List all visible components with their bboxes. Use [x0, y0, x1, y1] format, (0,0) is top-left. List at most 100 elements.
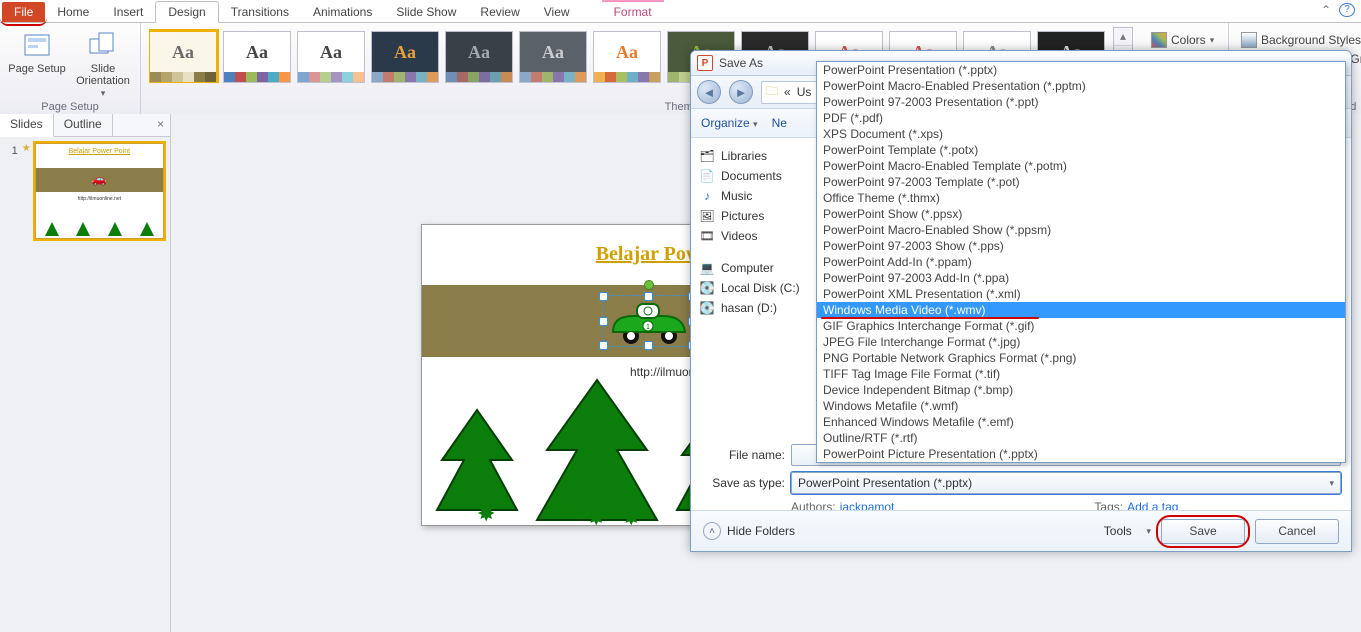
selected-picture-car[interactable]: 1: [602, 295, 694, 347]
tree-hasan-d[interactable]: 💽hasan (D:): [691, 298, 819, 318]
tree-local-c[interactable]: 💽Local Disk (C:): [691, 278, 819, 298]
pane-tab-outline[interactable]: Outline: [54, 114, 113, 136]
tab-slideshow[interactable]: Slide Show: [384, 2, 468, 22]
tree-libraries[interactable]: 🗂Libraries: [691, 146, 819, 166]
file-type-option[interactable]: OpenDocument Presentation (*.odp): [817, 462, 1345, 463]
tree-pictures[interactable]: 🖼Pictures: [691, 206, 819, 226]
file-type-option[interactable]: PDF (*.pdf): [817, 110, 1345, 126]
new-folder-button[interactable]: Ne: [772, 116, 787, 130]
file-type-option[interactable]: PowerPoint 97-2003 Template (*.pot): [817, 174, 1345, 190]
file-type-option[interactable]: TIFF Tag Image File Format (*.tif): [817, 366, 1345, 382]
file-type-option[interactable]: PowerPoint Macro-Enabled Show (*.ppsm): [817, 222, 1345, 238]
group-label-page-setup: Page Setup: [8, 99, 132, 113]
tab-review[interactable]: Review: [468, 2, 531, 22]
theme-colors-button[interactable]: Colors ▾: [1147, 31, 1220, 49]
tab-transitions[interactable]: Transitions: [219, 2, 301, 22]
tree-shape[interactable]: [432, 405, 522, 515]
music-icon: ♪: [699, 189, 715, 203]
tree-documents[interactable]: 📄Documents: [691, 166, 819, 186]
theme-thumb[interactable]: Aa: [519, 31, 587, 83]
tree-shape[interactable]: [532, 375, 662, 525]
resize-handle[interactable]: [599, 317, 608, 326]
file-type-option[interactable]: PowerPoint Presentation (*.pptx): [817, 62, 1345, 78]
file-type-option[interactable]: JPEG File Interchange Format (*.jpg): [817, 334, 1345, 350]
file-type-option[interactable]: PowerPoint 97-2003 Presentation (*.ppt): [817, 94, 1345, 110]
tree-computer[interactable]: 💻Computer: [691, 258, 819, 278]
file-type-option[interactable]: Enhanced Windows Metafile (*.emf): [817, 414, 1345, 430]
save-as-type-value: PowerPoint Presentation (*.pptx): [798, 476, 972, 490]
file-type-option[interactable]: PNG Portable Network Graphics Format (*.…: [817, 350, 1345, 366]
animation-star-icon: ★: [22, 143, 31, 154]
organize-button[interactable]: Organize ▾: [701, 116, 758, 130]
tab-design[interactable]: Design: [155, 1, 218, 23]
tab-format[interactable]: Format: [602, 2, 664, 22]
pane-close-icon[interactable]: ×: [151, 114, 170, 136]
tab-view[interactable]: View: [532, 2, 582, 22]
file-type-option[interactable]: PowerPoint 97-2003 Show (*.pps): [817, 238, 1345, 254]
resize-handle[interactable]: [644, 292, 653, 301]
folder-icon: 🗀: [766, 82, 778, 103]
file-type-option[interactable]: PowerPoint 97-2003 Add-In (*.ppa): [817, 270, 1345, 286]
resize-handle[interactable]: [599, 341, 608, 350]
pane-tabs: Slides Outline ×: [0, 114, 170, 137]
file-type-option[interactable]: PowerPoint Template (*.potx): [817, 142, 1345, 158]
tools-button[interactable]: Tools ▾: [1104, 524, 1151, 538]
file-type-option[interactable]: XPS Document (*.xps): [817, 126, 1345, 142]
slide-thumbnail[interactable]: Belajar Power Point 🚗 http://ilmuonline.…: [35, 143, 164, 239]
breadcrumb-text: Us: [797, 85, 812, 99]
tab-insert[interactable]: Insert: [101, 2, 155, 22]
splat-shape[interactable]: ✸: [477, 501, 495, 527]
background-styles-button[interactable]: Background Styles ▾: [1237, 31, 1361, 49]
theme-thumb[interactable]: Aa: [149, 31, 217, 83]
help-icon[interactable]: ?: [1339, 3, 1355, 17]
file-type-option[interactable]: PowerPoint Picture Presentation (*.pptx): [817, 446, 1345, 462]
car-icon: 1: [603, 296, 693, 346]
gallery-up-icon[interactable]: ▴: [1114, 28, 1132, 46]
file-type-option[interactable]: Windows Media Video (*.wmv): [817, 302, 1345, 318]
theme-thumb[interactable]: Aa: [371, 31, 439, 83]
nav-forward-button[interactable]: ►: [729, 80, 753, 104]
slide-orientation-button[interactable]: Slide Orientation ▾: [74, 27, 132, 99]
theme-thumb[interactable]: Aa: [593, 31, 661, 83]
tree-videos[interactable]: 🎞Videos: [691, 226, 819, 246]
tab-animations[interactable]: Animations: [301, 2, 384, 22]
theme-thumb[interactable]: Aa: [223, 31, 291, 83]
splat-shape[interactable]: ✸: [587, 505, 605, 531]
hide-folders-button[interactable]: ˄ Hide Folders: [703, 522, 795, 540]
annotation-circle: [1156, 515, 1250, 548]
nav-back-button[interactable]: ◄: [697, 80, 721, 104]
file-type-option[interactable]: PowerPoint Add-In (*.ppam): [817, 254, 1345, 270]
file-type-option[interactable]: Windows Metafile (*.wmf): [817, 398, 1345, 414]
resize-handle[interactable]: [644, 341, 653, 350]
file-type-option[interactable]: PowerPoint Macro-Enabled Template (*.pot…: [817, 158, 1345, 174]
file-type-option[interactable]: PowerPoint Macro-Enabled Presentation (*…: [817, 78, 1345, 94]
pane-tab-slides[interactable]: Slides: [0, 114, 54, 137]
tab-home[interactable]: Home: [45, 2, 101, 22]
file-type-option[interactable]: Outline/RTF (*.rtf): [817, 430, 1345, 446]
file-type-option[interactable]: PowerPoint Show (*.ppsx): [817, 206, 1345, 222]
drive-icon: 💽: [699, 301, 715, 315]
file-type-option[interactable]: Office Theme (*.thmx): [817, 190, 1345, 206]
cancel-button[interactable]: Cancel: [1255, 519, 1339, 544]
splat-shape[interactable]: ✸: [622, 505, 640, 531]
tab-file[interactable]: File: [2, 2, 45, 22]
page-setup-button[interactable]: Page Setup: [8, 27, 66, 75]
documents-icon: 📄: [699, 169, 715, 183]
theme-thumb[interactable]: Aa: [445, 31, 513, 83]
theme-thumb[interactable]: Aa: [297, 31, 365, 83]
file-type-option[interactable]: GIF Graphics Interchange Format (*.gif): [817, 318, 1345, 334]
file-type-option[interactable]: Device Independent Bitmap (*.bmp): [817, 382, 1345, 398]
tree-music[interactable]: ♪Music: [691, 186, 819, 206]
save-as-type-dropdown-list[interactable]: PowerPoint Presentation (*.pptx)PowerPoi…: [816, 61, 1346, 463]
nav-tree[interactable]: 🗂Libraries 📄Documents ♪Music 🖼Pictures 🎞…: [691, 138, 820, 438]
resize-handle[interactable]: [599, 292, 608, 301]
background-styles-icon: [1241, 32, 1257, 48]
save-as-type-combo[interactable]: PowerPoint Presentation (*.pptx)▾: [791, 472, 1341, 494]
file-type-option[interactable]: PowerPoint XML Presentation (*.xml): [817, 286, 1345, 302]
slide-number: 1: [6, 143, 18, 239]
rotate-handle[interactable]: [644, 280, 654, 290]
window-mini-controls: ⌃ ?: [1319, 3, 1355, 17]
save-button[interactable]: Save: [1161, 519, 1245, 544]
ribbon-minimize-icon[interactable]: ⌃: [1319, 3, 1333, 17]
powerpoint-icon: P: [697, 55, 713, 71]
